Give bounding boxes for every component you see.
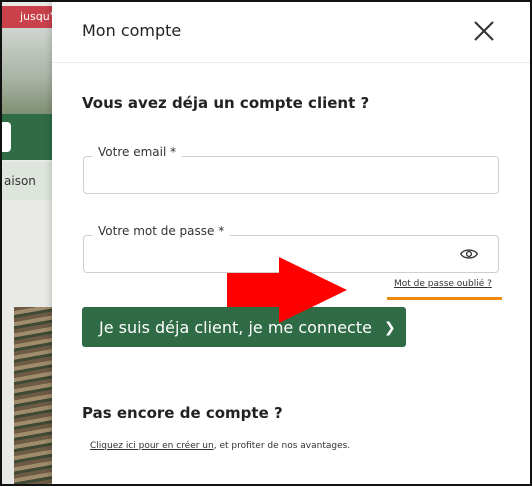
eye-icon[interactable] [460,245,478,263]
account-modal: Mon compte Vous avez déja un compte clie… [52,2,530,484]
existing-account-title: Vous avez déja un compte client ? [82,94,370,112]
close-icon[interactable] [472,19,496,43]
create-account-link[interactable]: Cliquez ici pour en créer un [90,441,214,451]
forgot-password-link[interactable]: Mot de passe oublié ? [394,279,492,289]
modal-title: Mon compte [82,21,182,40]
email-input[interactable] [96,157,470,193]
annotation-arrow-icon [227,257,347,323]
create-account-rest: , et profiter de nos avantages. [213,441,351,451]
new-account-title: Pas encore de compte ? [82,404,283,422]
highlight-underline [387,297,502,300]
search-input[interactable] [2,122,11,152]
email-field[interactable] [83,156,499,194]
modal-header: Mon compte [52,2,530,63]
create-account-text: Cliquez ici pour en créer un, et profite… [90,441,350,451]
email-label: Votre email * [92,145,183,159]
password-label: Votre mot de passe * [92,224,231,238]
screenshot-frame: jusqu' aison Mon compte Vous avez déja u… [0,0,532,486]
chevron-right-icon: ❯ [384,320,396,336]
